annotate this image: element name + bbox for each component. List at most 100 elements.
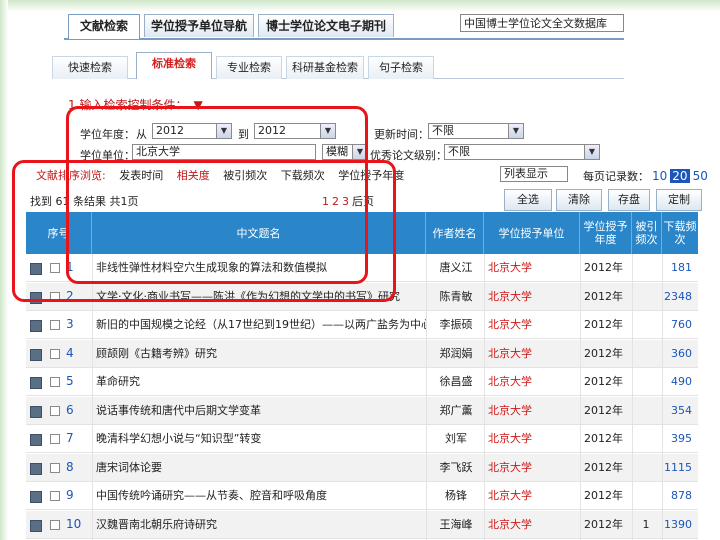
unit-input[interactable]: 北京大学 [132, 144, 316, 160]
row-title-link[interactable]: 顾颉刚《古籍考辨》研究 [96, 340, 426, 367]
table-row[interactable]: 3 新旧的中国规模之论经（从17世纪到19世纪）——以两广盐务为中心 李振硕 北京大学… [26, 311, 698, 339]
per-page-option-50[interactable]: 50 [693, 169, 708, 183]
tab-professional-search[interactable]: 专业检索 [216, 56, 282, 79]
row-title-link[interactable]: 非线性弹性材料空穴生成现象的算法和数值模拟 [96, 254, 426, 281]
row-title-link[interactable]: 汉魏晋南北朝乐府诗研究 [96, 511, 426, 538]
row-author[interactable]: 李飞跃 [430, 454, 482, 481]
table-row[interactable]: 9 中国传统吟诵研究——从节奏、腔音和呼吸角度 杨锋 北京大学 2012年 878 [26, 482, 698, 510]
row-unit-link[interactable]: 北京大学 [486, 397, 580, 424]
per-page-option-10[interactable]: 10 [652, 169, 667, 183]
row-unit-link[interactable]: 北京大学 [486, 482, 580, 509]
row-unit-link[interactable]: 北京大学 [486, 340, 580, 367]
page-link-2[interactable]: 2 [332, 195, 339, 208]
tab-standard-search[interactable]: 标准检索 [136, 52, 212, 79]
table-row[interactable]: 4 顾颉刚《古籍考辨》研究 郑润娟 北京大学 2012年 360 [26, 339, 698, 368]
header-cited[interactable]: 被引频次 [632, 212, 662, 254]
row-checkbox[interactable] [50, 482, 64, 509]
header-unit[interactable]: 学位授予单位 [484, 212, 580, 254]
row-author[interactable]: 郑润娟 [430, 340, 482, 367]
sort-by-publish-time[interactable]: 发表时间 [119, 169, 163, 182]
header-title[interactable]: 中文题名 [92, 212, 426, 254]
row-title-link[interactable]: 新旧的中国规模之论经（从17世纪到19世纪）——以两广盐务为中心 [96, 311, 426, 338]
download-icon[interactable] [30, 397, 44, 424]
row-title-link[interactable]: 唐宋词体论要 [96, 454, 426, 481]
row-title-link[interactable]: 革命研究 [96, 368, 426, 395]
row-author[interactable]: 王海峰 [430, 511, 482, 538]
row-unit-link[interactable]: 北京大学 [486, 254, 580, 281]
next-page-link[interactable]: 后页 [352, 195, 374, 208]
header-author[interactable]: 作者姓名 [426, 212, 484, 254]
sort-by-citations[interactable]: 被引频次 [223, 169, 267, 182]
collapse-arrow-icon[interactable]: ▼ [193, 98, 202, 112]
download-icon[interactable] [30, 368, 44, 395]
row-checkbox[interactable] [50, 340, 64, 367]
row-unit-link[interactable]: 北京大学 [486, 368, 580, 395]
row-unit-link[interactable]: 北京大学 [486, 311, 580, 338]
download-icon[interactable] [30, 482, 44, 509]
row-checkbox[interactable] [50, 254, 64, 281]
row-unit-link[interactable]: 北京大学 [486, 283, 580, 310]
table-row[interactable]: 7 晚清科学幻想小说与“知识型”转变 刘军 北京大学 2012年 395 [26, 425, 698, 453]
table-row[interactable]: 2 文学·文化·商业书写——陈洪《作为幻想的文学中的书写》研究 陈青敏 北京大学 201… [26, 282, 698, 311]
save-button[interactable]: 存盘 [608, 189, 650, 211]
row-checkbox[interactable] [50, 283, 64, 310]
tab-quick-search[interactable]: 快速检索 [52, 56, 128, 79]
tab-literature-search[interactable]: 文献检索 [68, 14, 140, 39]
table-row[interactable]: 10 汉魏晋南北朝乐府诗研究 王海峰 北京大学 2012年 1 1390 [26, 510, 698, 539]
database-select[interactable]: 中国博士学位论文全文数据库 [460, 14, 624, 32]
row-author[interactable]: 陈青敏 [430, 283, 482, 310]
tab-degree-unit-nav[interactable]: 学位授予单位导航 [144, 14, 254, 37]
sort-by-relevance[interactable]: 相关度 [177, 169, 210, 182]
table-row[interactable]: 5 革命研究 徐昌盛 北京大学 2012年 490 [26, 368, 698, 396]
download-icon[interactable] [30, 283, 44, 310]
row-author[interactable]: 杨锋 [430, 482, 482, 509]
row-title-link[interactable]: 晚清科学幻想小说与“知识型”转变 [96, 425, 426, 452]
customize-button[interactable]: 定制 [656, 189, 702, 211]
tab-doctoral-ejournal[interactable]: 博士学位论文电子期刊 [258, 14, 394, 37]
excellent-level-select[interactable]: 不限 ▼ [444, 144, 600, 160]
page-link-3[interactable]: 3 [342, 195, 349, 208]
row-unit-link[interactable]: 北京大学 [486, 511, 580, 538]
tab-sentence-search[interactable]: 句子检索 [368, 56, 434, 79]
row-author[interactable]: 刘军 [430, 425, 482, 452]
sort-by-downloads[interactable]: 下载频次 [281, 169, 325, 182]
download-icon[interactable] [30, 425, 44, 452]
table-row[interactable]: 6 说话事传统和唐代中后期文学变革 郑广薰 北京大学 2012年 354 [26, 396, 698, 425]
header-year[interactable]: 学位授予年度 [580, 212, 632, 254]
download-icon[interactable] [30, 311, 44, 338]
update-time-select[interactable]: 不限 ▼ [428, 123, 524, 139]
match-mode-select[interactable]: 模糊 ▼ [322, 144, 368, 160]
select-all-button[interactable]: 全选 [504, 189, 552, 211]
row-checkbox[interactable] [50, 368, 64, 395]
sort-by-degree-year[interactable]: 学位授予年度 [338, 169, 404, 182]
row-unit-link[interactable]: 北京大学 [486, 454, 580, 481]
header-downloads[interactable]: 下载频次 [662, 212, 698, 254]
row-unit-link[interactable]: 北京大学 [486, 425, 580, 452]
row-title-link[interactable]: 说话事传统和唐代中后期文学变革 [96, 397, 426, 424]
page-link-1[interactable]: 1 [322, 195, 329, 208]
table-row[interactable]: 1 非线性弹性材料空穴生成现象的算法和数值模拟 唐义江 北京大学 2012年 181 [26, 254, 698, 282]
download-icon[interactable] [30, 254, 44, 281]
row-author[interactable]: 郑广薰 [430, 397, 482, 424]
row-author[interactable]: 李振硕 [430, 311, 482, 338]
download-icon[interactable] [30, 454, 44, 481]
header-no[interactable]: 序号 [26, 212, 92, 254]
download-icon[interactable] [30, 340, 44, 367]
row-author[interactable]: 徐昌盛 [430, 368, 482, 395]
year-from-select[interactable]: 2012 ▼ [152, 123, 232, 139]
table-row[interactable]: 8 唐宋词体论要 李飞跃 北京大学 2012年 1115 [26, 453, 698, 482]
row-checkbox[interactable] [50, 511, 64, 538]
row-checkbox[interactable] [50, 454, 64, 481]
download-icon[interactable] [30, 511, 44, 538]
row-checkbox[interactable] [50, 397, 64, 424]
per-page-option-20[interactable]: 20 [670, 169, 690, 183]
clear-button[interactable]: 清除 [556, 189, 602, 211]
row-author[interactable]: 唐义江 [430, 254, 482, 281]
view-mode-select[interactable]: 列表显示 [500, 166, 568, 182]
row-title-link[interactable]: 中国传统吟诵研究——从节奏、腔音和呼吸角度 [96, 482, 426, 509]
row-title-link[interactable]: 文学·文化·商业书写——陈洪《作为幻想的文学中的书写》研究 [96, 283, 426, 310]
row-checkbox[interactable] [50, 425, 64, 452]
year-to-select[interactable]: 2012 ▼ [254, 123, 336, 139]
tab-fund-search[interactable]: 科研基金检索 [286, 56, 364, 79]
row-checkbox[interactable] [50, 311, 64, 338]
